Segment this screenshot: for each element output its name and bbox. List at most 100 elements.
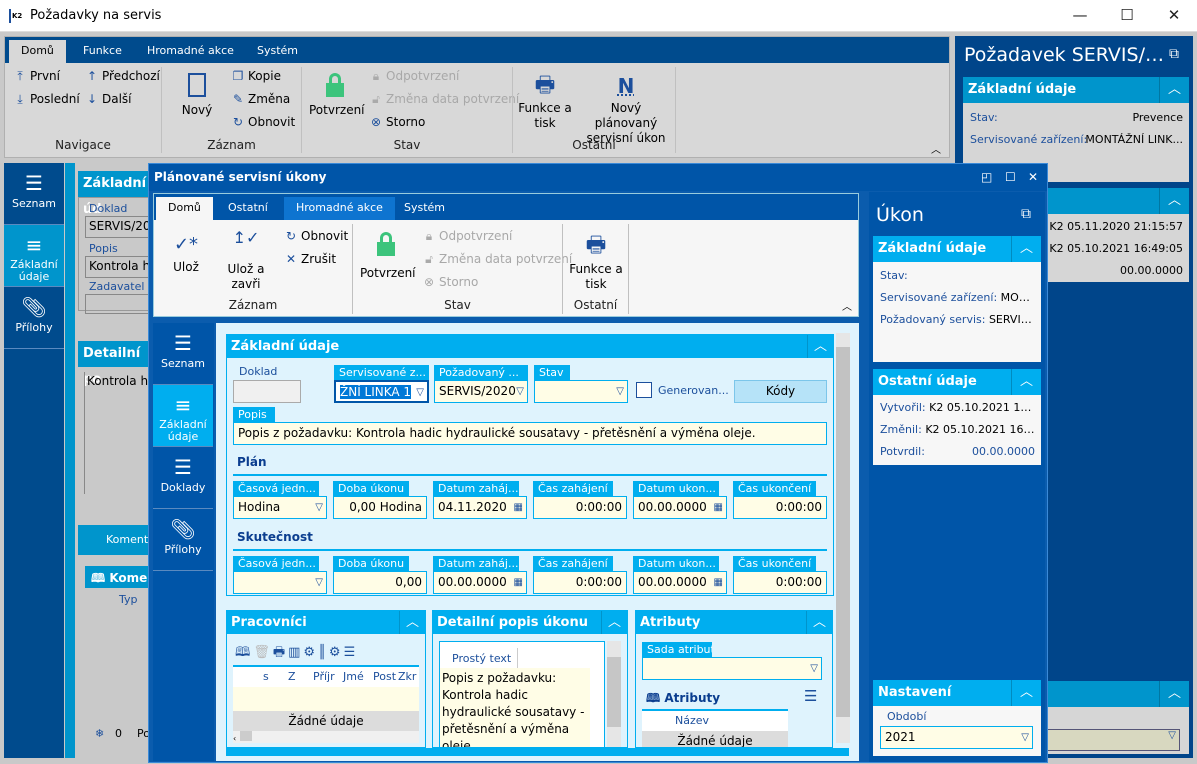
splitter-handle[interactable]: [226, 748, 849, 756]
new-button[interactable]: Nový: [179, 73, 215, 117]
confirm-button[interactable]: Potvrzení: [360, 232, 416, 280]
collapse-ribbon-icon[interactable]: ︿: [931, 141, 941, 156]
column-header[interactable]: Post: [373, 670, 396, 683]
columns-icon[interactable]: ║: [318, 645, 329, 660]
save-button[interactable]: ✓* Ulož: [166, 234, 206, 274]
storno-button[interactable]: ⊗ Storno: [369, 115, 425, 129]
restore-icon[interactable]: ◰: [981, 164, 992, 191]
tab-funkce[interactable]: Funkce: [71, 40, 134, 63]
functions-print-button[interactable]: 🖶︎ Funkce a tisk: [517, 71, 573, 131]
unconfirm-button[interactable]: 🔒︎ Odpotvrzení: [369, 69, 460, 84]
skutecnost-time-unit-input[interactable]: ▽: [233, 571, 327, 594]
col-nazev[interactable]: Název: [642, 711, 788, 731]
chevron-up-icon[interactable]: ︿: [399, 611, 425, 634]
chevron-up-icon[interactable]: ︿: [806, 611, 832, 634]
close-icon[interactable]: ✕: [1028, 164, 1038, 191]
vertical-scrollbar[interactable]: [836, 333, 850, 743]
change-confirm-date-button[interactable]: 🔓︎ Změna data potvrzení: [369, 92, 519, 107]
cancel-button[interactable]: ✕ Zrušit: [284, 252, 336, 266]
change-confirm-date-button[interactable]: 🔓︎ Změna data potvrzení: [422, 252, 572, 267]
column-header[interactable]: Příjr: [313, 670, 335, 683]
plan-start-date-input[interactable]: 04.11.2020 ▦: [433, 496, 527, 519]
pozadovany-input[interactable]: SERVIS/2020 ▽: [434, 380, 528, 403]
book-icon[interactable]: 🕮︎: [646, 691, 664, 705]
rich-text-editor[interactable]: Prostý text Popis z požadavku: Kontrola …: [439, 641, 605, 747]
minimize-button[interactable]: —: [1057, 0, 1103, 32]
unconfirm-button[interactable]: 🔒︎ Odpotvrzení: [422, 229, 513, 244]
book-icon[interactable]: 🕮︎: [235, 645, 253, 660]
nav-doklady[interactable]: ☰ Doklady: [153, 447, 213, 509]
functions-print-button[interactable]: 🖶︎ Funkce a tisk: [568, 230, 624, 292]
edit-button[interactable]: ✎ Změna: [231, 92, 290, 106]
vertical-scrollbar[interactable]: [607, 641, 621, 747]
obdobi-select[interactable]: 2021 ▽: [880, 726, 1033, 749]
chevron-up-icon[interactable]: ︿: [1011, 680, 1041, 706]
detail-text[interactable]: Kontrola h: [84, 372, 154, 494]
zarizeni-input[interactable]: ŽNÍ LINKA 1 ▽: [334, 380, 429, 403]
chevron-up-icon[interactable]: ︿: [1159, 77, 1189, 103]
dropdown-icon[interactable]: ▽: [315, 572, 323, 593]
chevron-up-icon[interactable]: ︿: [601, 611, 627, 634]
column-header[interactable]: Z: [288, 670, 296, 683]
refresh-button[interactable]: ↻ Obnovit: [231, 115, 295, 129]
column-header[interactable]: Zkr: [398, 670, 416, 683]
maximize-button[interactable]: ☐: [1104, 0, 1150, 32]
settings-icon[interactable]: ⚙: [329, 645, 344, 660]
dropdown-icon[interactable]: ▽: [315, 497, 323, 518]
plan-duration-input[interactable]: 0,00 Hodina: [333, 496, 427, 519]
confirm-button[interactable]: Potvrzení: [309, 73, 365, 117]
tab-system[interactable]: Systém: [392, 197, 457, 220]
filter-icon[interactable]: ⚙: [303, 645, 318, 660]
chart-icon[interactable]: ▥: [288, 645, 303, 660]
column-header[interactable]: Jmé: [343, 670, 364, 683]
plan-time-unit-input[interactable]: Hodina ▽: [233, 496, 327, 519]
plan-start-time-input[interactable]: 0:00:00: [533, 496, 627, 519]
tab-domu[interactable]: Domů: [9, 40, 66, 63]
calendar-icon[interactable]: ▦: [714, 572, 723, 593]
popis-input[interactable]: Popis z požadavku: Kontrola hadic hydrau…: [233, 422, 827, 445]
copy-button[interactable]: ❐ Kopie: [231, 69, 281, 83]
previous-button[interactable]: ↑ Předchozí: [85, 69, 160, 83]
popout-icon[interactable]: ⧉: [1169, 46, 1179, 62]
chevron-up-icon[interactable]: ︿: [1159, 681, 1189, 707]
chevron-up-icon[interactable]: ︿: [1011, 236, 1041, 262]
printer-icon[interactable]: 🖶︎: [273, 645, 288, 660]
new-planned-service-button[interactable]: N Nový plánovaný servisní úkon: [579, 71, 673, 146]
calendar-icon[interactable]: ▦: [514, 572, 523, 593]
nav-zakladni-udaje[interactable]: ≡ Základní údaje: [4, 225, 64, 287]
tab-system[interactable]: Systém: [245, 40, 310, 63]
next-button[interactable]: ↓ Další: [85, 92, 132, 106]
doklad-input[interactable]: [233, 380, 301, 403]
column-header[interactable]: s: [263, 670, 269, 683]
nav-prilohy[interactable]: 📎︎ Přílohy: [153, 509, 213, 571]
kody-button[interactable]: Kódy: [734, 380, 827, 403]
skutecnost-end-date-input[interactable]: 00.00.0000 ▦: [633, 571, 727, 594]
menu-icon[interactable]: ☰: [804, 687, 817, 705]
nav-zakladni-udaje[interactable]: ≡ Základní údaje: [153, 385, 213, 447]
storno-button[interactable]: ⊗ Storno: [422, 275, 478, 289]
generovano-checkbox[interactable]: [636, 382, 652, 398]
chevron-up-icon[interactable]: ︿: [807, 335, 833, 358]
chevron-up-icon[interactable]: ︿: [1011, 369, 1041, 395]
horizontal-scrollbar[interactable]: ‹: [233, 731, 419, 743]
plan-end-date-input[interactable]: 00.00.0000 ▦: [633, 496, 727, 519]
skutecnost-start-time-input[interactable]: 0:00:00: [533, 571, 627, 594]
plan-end-time-input[interactable]: 0:00:00: [733, 496, 827, 519]
new-row[interactable]: [233, 687, 419, 711]
last-button[interactable]: ⤓ Poslední: [13, 92, 79, 107]
save-close-button[interactable]: ↥✓ Ulož a zavři: [218, 230, 274, 292]
sada-select[interactable]: ▽: [642, 657, 822, 680]
maximize-icon[interactable]: ☐: [1005, 164, 1016, 191]
skutecnost-duration-input[interactable]: 0,00: [333, 571, 427, 594]
tab-domu[interactable]: Domů: [156, 197, 213, 220]
scrollbar-thumb[interactable]: [836, 347, 850, 717]
first-button[interactable]: ⤒ První: [13, 69, 60, 84]
nav-prilohy[interactable]: 📎︎ Přílohy: [4, 287, 64, 349]
calendar-icon[interactable]: ▦: [714, 497, 723, 518]
nav-seznam[interactable]: ☰ Seznam: [153, 323, 213, 385]
trash-icon[interactable]: 🗑︎: [253, 645, 273, 660]
nav-seznam[interactable]: ☰ Seznam: [4, 163, 64, 225]
text-mode-dropdown[interactable]: Prostý text: [446, 648, 519, 670]
calendar-icon[interactable]: ▦: [514, 497, 523, 518]
refresh-button[interactable]: ↻ Obnovit: [284, 229, 348, 243]
